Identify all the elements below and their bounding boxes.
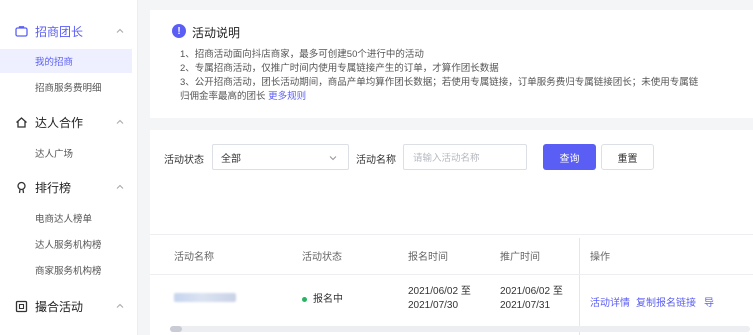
name-filter-label: 活动名称 — [356, 155, 396, 166]
chevron-up-icon[interactable] — [114, 300, 126, 312]
activity-name-blurred — [174, 293, 236, 302]
header-activity-name: 活动名称 — [174, 252, 214, 263]
sidebar-group-match[interactable]: 撮合活动 — [0, 293, 138, 319]
sidebar-item-service-fee[interactable]: 招商服务费明细 — [0, 75, 132, 99]
promo-end: 2021/07/31 — [500, 300, 551, 311]
copy-signup-link[interactable]: 复制报名链接 — [636, 294, 696, 309]
export-link[interactable]: 导 — [704, 294, 714, 309]
activity-notice: ! 活动说明 1、招商活动面向抖店商家，最多可创建50个进行中的活动 2、专属招… — [150, 10, 753, 118]
sidebar-group-ranking[interactable]: 排行榜 — [0, 174, 138, 200]
fixed-column-divider — [579, 238, 580, 335]
sidebar-group-label: 撮合活动 — [35, 299, 84, 314]
sidebar-group-label: 招商团长 — [35, 24, 84, 39]
signup-end: 2021/07/30 — [408, 300, 459, 311]
notice-line: 3、公开招商活动，团长活动期间，商品产单均算作团长数据；若使用专属链接，订单服务… — [180, 77, 699, 88]
chevron-down-icon — [329, 156, 337, 161]
notice-line: 1、招商活动面向抖店商家，最多可创建50个进行中的活动 — [180, 49, 424, 60]
header-signup-time: 报名时间 — [408, 252, 448, 263]
notice-title: 活动说明 — [192, 26, 241, 40]
chevron-up-icon[interactable] — [114, 25, 126, 37]
status-cell: 报名中 — [302, 293, 343, 307]
scrollbar-thumb[interactable] — [170, 326, 182, 332]
promo-start: 2021/06/02 至 — [500, 286, 563, 297]
activity-list-panel: 活动状态 全部 活动名称 请输入活动名称 查询 重置 活动名称 活动状态 报名时… — [150, 130, 753, 335]
horizontal-scrollbar[interactable] — [170, 326, 750, 332]
box-icon — [14, 299, 28, 313]
status-dot-icon — [302, 296, 307, 302]
notice-line-last: 归佣金率最高的团长 更多规则 — [180, 88, 306, 102]
more-rules-link[interactable]: 更多规则 — [268, 91, 306, 102]
medal-icon — [14, 180, 28, 194]
table-header-border — [150, 274, 753, 275]
chevron-up-icon[interactable] — [114, 116, 126, 128]
sidebar-group-recruit[interactable]: 招商团长 — [0, 18, 138, 44]
notice-line: 2、专属招商活动，仅推广时间内使用专属链接产生的订单，才算作团长数据 — [180, 63, 499, 74]
sidebar-item-merchant-agency-ranking[interactable]: 商家服务机构榜 — [0, 258, 132, 282]
sidebar-group-label: 达人合作 — [35, 115, 84, 130]
signup-start: 2021/06/02 至 — [408, 286, 471, 297]
sidebar-group-label: 排行榜 — [35, 180, 72, 195]
status-filter-label: 活动状态 — [164, 155, 204, 166]
status-select[interactable]: 全部 — [212, 144, 349, 170]
house-icon — [14, 115, 28, 129]
header-actions: 操作 — [590, 252, 610, 263]
notice-line: 归佣金率最高的团长 — [180, 91, 266, 102]
info-icon: ! — [172, 24, 186, 38]
sidebar: 招商团长 我的招商 招商服务费明细 达人合作 达人广场 排行榜 电商达人榜单 达… — [0, 0, 138, 335]
sidebar-item-talent-ranking[interactable]: 电商达人榜单 — [0, 206, 132, 230]
header-promo-time: 推广时间 — [500, 252, 540, 263]
activity-name-input[interactable]: 请输入活动名称 — [403, 144, 527, 170]
chevron-up-icon[interactable] — [114, 181, 126, 193]
table-top-border — [150, 234, 753, 235]
promo-time-cell: 2021/06/02 至 2021/07/31 — [500, 285, 563, 313]
sidebar-item-my-recruit[interactable]: 我的招商 — [0, 49, 132, 73]
status-text: 报名中 — [313, 294, 343, 305]
activity-detail-link[interactable]: 活动详情 — [590, 294, 630, 309]
reset-button[interactable]: 重置 — [601, 144, 654, 170]
header-activity-status: 活动状态 — [302, 252, 342, 263]
sidebar-item-talent-square[interactable]: 达人广场 — [0, 141, 132, 165]
briefcase-icon — [14, 24, 28, 38]
sidebar-group-talent[interactable]: 达人合作 — [0, 109, 138, 135]
sidebar-item-talent-agency-ranking[interactable]: 达人服务机构榜 — [0, 232, 132, 256]
status-select-value: 全部 — [221, 153, 241, 165]
signup-time-cell: 2021/06/02 至 2021/07/30 — [408, 285, 471, 313]
search-button[interactable]: 查询 — [543, 144, 596, 170]
